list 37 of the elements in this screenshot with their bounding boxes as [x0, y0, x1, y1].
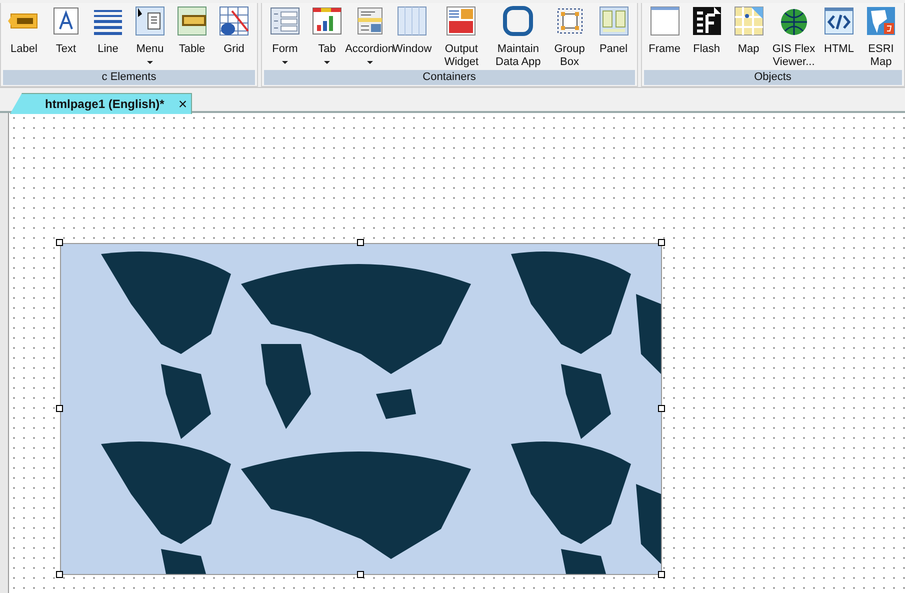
group-label: Objects: [644, 70, 902, 85]
ribbon-button[interactable]: Menu: [129, 3, 171, 70]
ribbon-button[interactable]: Output Widget: [433, 3, 490, 70]
ribbon-button[interactable]: Form: [264, 3, 306, 70]
group-label: c Elements: [3, 70, 255, 85]
panel-icon: [598, 5, 630, 37]
resize-handle[interactable]: [658, 571, 665, 578]
close-button[interactable]: ×: [178, 96, 188, 112]
rounded-square-icon: [502, 5, 534, 37]
ribbon-button[interactable]: Label: [3, 3, 45, 70]
tab-title: htmlpage1 (English)*: [45, 97, 164, 111]
code-icon: [823, 5, 855, 37]
resize-handle[interactable]: [357, 239, 364, 246]
ribbon-button[interactable]: Line: [87, 3, 129, 70]
group-label: Containers: [264, 70, 635, 85]
ribbon-button[interactable]: GIS Flex Viewer...: [770, 3, 818, 70]
ribbon-button[interactable]: Window: [391, 3, 434, 70]
ribbon-button[interactable]: HTML: [818, 3, 860, 70]
ribbon-button[interactable]: Maintain Data App: [490, 3, 547, 70]
ribbon-button[interactable]: Group Box: [546, 3, 593, 70]
ribbon-button[interactable]: Map: [728, 3, 770, 70]
resize-handle[interactable]: [658, 405, 665, 412]
table-icon: [176, 5, 208, 37]
resize-handle[interactable]: [56, 405, 63, 412]
ribbon-button[interactable]: Flash: [686, 3, 728, 70]
window-icon: [396, 5, 428, 37]
ribbon-button[interactable]: Table: [171, 3, 213, 70]
resize-handle[interactable]: [56, 571, 63, 578]
ribbon-button[interactable]: Grid: [213, 3, 255, 70]
ribbon-button[interactable]: Frame: [644, 3, 686, 70]
ribbon-button[interactable]: Panel: [592, 3, 635, 70]
ribbon-button[interactable]: Text: [45, 3, 87, 70]
resize-handle[interactable]: [357, 571, 364, 578]
document-tab[interactable]: htmlpage1 (English)* ×: [10, 93, 192, 114]
resize-handle[interactable]: [658, 239, 665, 246]
ribbon-button[interactable]: ESRI Map: [860, 3, 902, 70]
resize-handle[interactable]: [56, 239, 63, 246]
